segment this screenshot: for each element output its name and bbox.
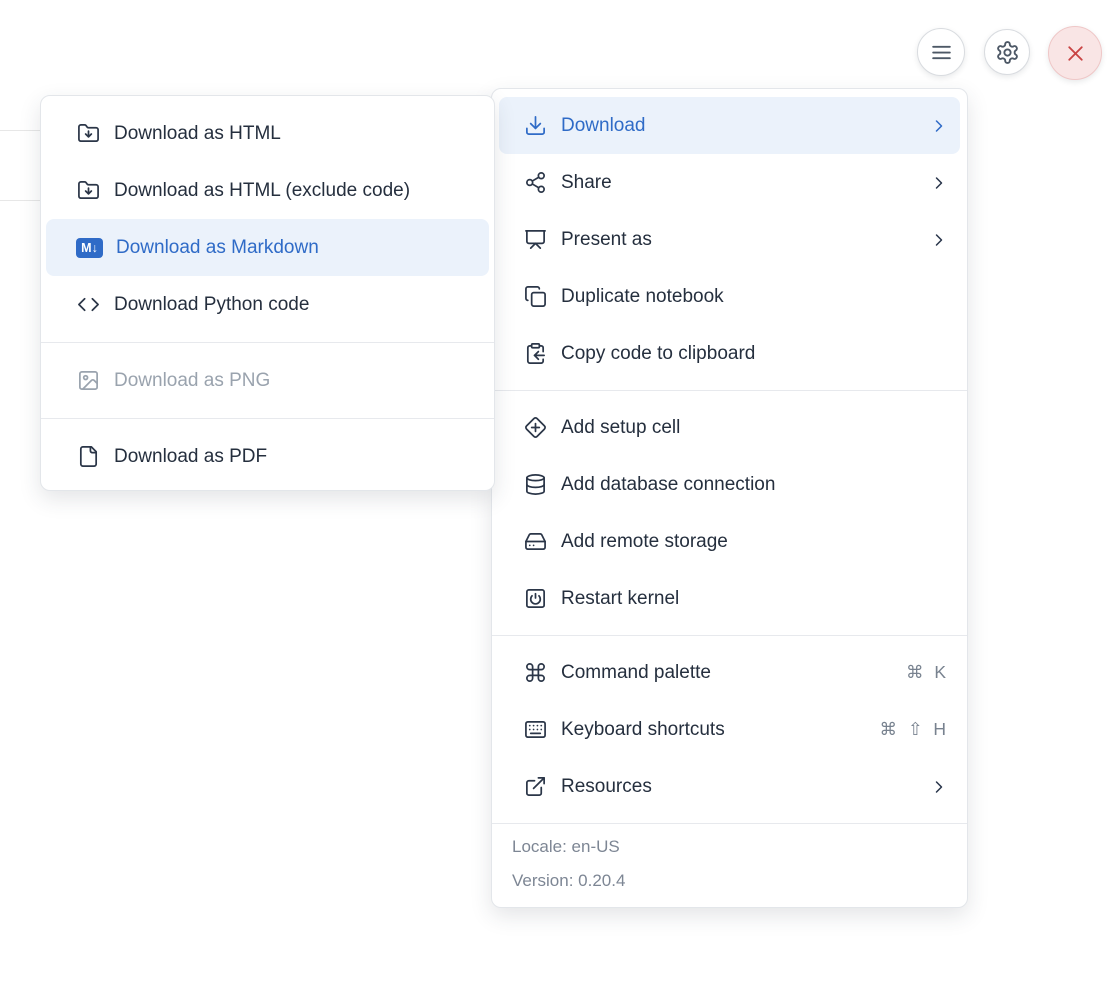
version-text: Version: 0.20.4 [512,871,947,891]
markdown-icon: M↓ [76,238,103,258]
database-icon [523,473,547,497]
notebook-menu-item-command-palette[interactable]: Command palette⌘ K [492,644,967,701]
menu-item-label: Download Python code [114,294,476,316]
download-submenu-item-download-as-png: Download as PNG [41,352,494,409]
download-submenu-item-download-as-html-exclude-code[interactable]: Download as HTML (exclude code) [41,162,494,219]
menu-item-label: Copy code to clipboard [561,343,949,365]
menu-item-label: Restart kernel [561,588,949,610]
hamburger-menu-icon [929,40,954,65]
download-submenu-item-download-python-code[interactable]: Download Python code [41,276,494,333]
notebook-menu-item-add-remote-storage[interactable]: Add remote storage [492,513,967,570]
menu-item-label: Add remote storage [561,531,949,553]
share-icon [523,171,547,195]
menu-footer: Locale: en-US Version: 0.20.4 [492,823,967,913]
menu-item-label: Command palette [561,662,906,684]
notebook-menu: Download Share Present as Duplicate noteboo… [491,88,968,908]
external-link-icon [523,775,547,799]
menu-item-label: Add setup cell [561,417,949,439]
download-submenu-item-download-as-pdf[interactable]: Download as PDF [41,428,494,485]
chevron-right-icon [929,230,949,250]
menu-item-label: Keyboard shortcuts [561,719,879,741]
chevron-right-icon [929,777,949,797]
notebook-menu-item-download[interactable]: Download [499,97,960,154]
menu-item-label: Share [561,172,929,194]
menu-item-label: Add database connection [561,474,949,496]
download-icon [523,114,547,138]
notebook-menu-item-add-setup-cell[interactable]: Add setup cell [492,399,967,456]
menu-item-label: Download [561,115,929,137]
gear-icon [995,40,1020,65]
menu-item-label: Download as PDF [114,446,476,468]
menu-item-label: Resources [561,776,929,798]
keyboard-shortcut-hint: ⌘ K [906,662,949,683]
power-square-icon [523,587,547,611]
image-icon [76,369,100,393]
notebook-menu-item-share[interactable]: Share [492,154,967,211]
keyboard-shortcut-hint: ⌘ ⇧ H [879,719,949,740]
menu-item-label: Download as Markdown [116,237,471,259]
folder-down-icon [76,122,100,146]
notebook-menu-item-keyboard-shortcuts[interactable]: Keyboard shortcuts⌘ ⇧ H [492,701,967,758]
chevron-right-icon [929,116,949,136]
folder-down-icon [76,179,100,203]
notebook-menu-section: Download Share Present as Duplicate noteboo… [492,89,967,390]
close-icon [1063,41,1088,66]
command-icon [523,661,547,685]
notebook-menu-item-present-as[interactable]: Present as [492,211,967,268]
code-icon [76,293,100,317]
keyboard-icon [523,718,547,742]
clipboard-copy-icon [523,342,547,366]
menu-item-label: Download as HTML [114,123,476,145]
page-rule-line [0,130,41,131]
download-submenu-item-download-as-html[interactable]: Download as HTML [41,105,494,162]
download-submenu-section: Download as PNG [41,342,494,418]
menu-item-label: Download as PNG [114,370,476,392]
notebook-menu-item-add-database-connection[interactable]: Add database connection [492,456,967,513]
page-rule-line [0,200,41,201]
settings-button[interactable] [984,29,1030,75]
download-submenu-item-download-as-markdown[interactable]: M↓ Download as Markdown [46,219,489,276]
menu-item-label: Download as HTML (exclude code) [114,180,476,202]
notebook-menu-section: Command palette⌘ KKeyboard shortcuts⌘ ⇧ … [492,635,967,823]
shutdown-button[interactable] [1048,26,1102,80]
hard-drive-icon [523,530,547,554]
copy-icon [523,285,547,309]
notebook-actions-button[interactable] [917,28,965,76]
chevron-right-icon [929,173,949,193]
notebook-menu-item-restart-kernel[interactable]: Restart kernel [492,570,967,627]
presentation-icon [523,228,547,252]
notebook-menu-item-resources[interactable]: Resources [492,758,967,815]
file-icon [76,445,100,469]
locale-text: Locale: en-US [512,837,947,857]
diamond-plus-icon [523,416,547,440]
notebook-menu-item-duplicate-notebook[interactable]: Duplicate notebook [492,268,967,325]
download-submenu-section: Download as HTML Download as HTML (exclud… [41,96,494,342]
download-submenu-section: Download as PDF [41,418,494,494]
notebook-menu-item-copy-code-to-clipboard[interactable]: Copy code to clipboard [492,325,967,382]
download-submenu: Download as HTML Download as HTML (exclud… [40,95,495,491]
menu-item-label: Duplicate notebook [561,286,949,308]
notebook-menu-section: Add setup cell Add database connection Add… [492,390,967,635]
menu-item-label: Present as [561,229,929,251]
